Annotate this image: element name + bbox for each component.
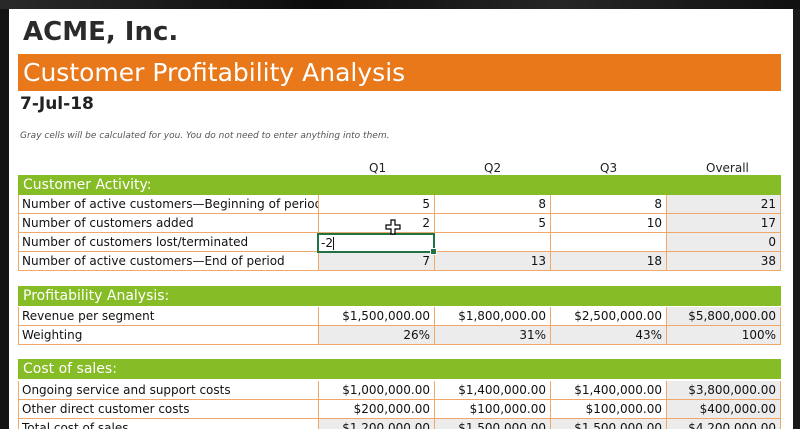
table-row: Weighting 26% 31% 43% 100% — [18, 326, 781, 345]
row-label: Number of active customers—End of period — [18, 252, 318, 270]
active-cell-editor[interactable]: -2 — [317, 233, 437, 255]
cell-q1[interactable]: $200,000.00 — [318, 400, 434, 418]
row-label: Weighting — [18, 326, 318, 344]
instructions-note: Gray cells will be calculated for you. Y… — [20, 131, 390, 141]
table-row: Other direct customer costs $200,000.00 … — [18, 400, 781, 419]
cell-q2[interactable]: 5 — [434, 214, 550, 232]
row-label: Number of customers added — [18, 214, 318, 232]
table-row: Number of active customers—Beginning of … — [18, 195, 781, 214]
section-customer-activity: Customer Activity: — [18, 175, 781, 195]
cell-overall[interactable]: $3,800,000.00 — [666, 381, 781, 399]
cell-q1[interactable]: 26% — [318, 326, 434, 344]
cell-q2[interactable] — [434, 233, 550, 251]
cell-q3[interactable] — [550, 233, 666, 251]
cell-q3[interactable]: $1,500,000.00 — [550, 419, 666, 429]
cell-overall[interactable]: 0 — [666, 233, 781, 251]
column-header-q1: Q1 — [369, 161, 387, 175]
cell-overall[interactable]: $4,200,000.00 — [666, 419, 781, 429]
row-label: Number of active customers—Beginning of … — [18, 195, 318, 213]
cell-q2[interactable]: $1,500,000.00 — [434, 419, 550, 429]
cell-overall[interactable]: 100% — [666, 326, 781, 344]
cell-q1[interactable]: 5 — [318, 195, 434, 213]
cell-q3[interactable]: $1,400,000.00 — [550, 381, 666, 399]
cell-overall[interactable]: 38 — [666, 252, 781, 270]
column-header-q2: Q2 — [484, 161, 502, 175]
section-profitability-analysis: Profitability Analysis: — [18, 286, 781, 306]
window-right-edge — [793, 9, 800, 429]
table-row: Revenue per segment $1,500,000.00 $1,800… — [18, 307, 781, 326]
report-title-banner: Customer Profitability Analysis — [18, 54, 781, 91]
window-top-edge — [0, 0, 800, 9]
company-name: ACME, Inc. — [23, 17, 179, 47]
column-header-q3: Q3 — [600, 161, 618, 175]
cell-q2[interactable]: 8 — [434, 195, 550, 213]
row-label: Other direct customer costs — [18, 400, 318, 418]
row-label: Revenue per segment — [18, 307, 318, 325]
cell-q1[interactable]: 7 — [318, 252, 434, 270]
fill-handle[interactable] — [430, 248, 437, 255]
cell-q3[interactable]: 10 — [550, 214, 666, 232]
cell-q3[interactable]: $100,000.00 — [550, 400, 666, 418]
cell-q3[interactable]: 18 — [550, 252, 666, 270]
cell-overall[interactable]: $5,800,000.00 — [666, 307, 781, 325]
cell-q3[interactable]: 8 — [550, 195, 666, 213]
table-row: Total cost of sales $1,200,000.00 $1,500… — [18, 419, 781, 429]
cell-select-cursor-icon — [385, 219, 401, 235]
cell-overall[interactable]: 21 — [666, 195, 781, 213]
cell-q1[interactable]: $1,000,000.00 — [318, 381, 434, 399]
row-label: Ongoing service and support costs — [18, 381, 318, 399]
cell-q2[interactable]: 13 — [434, 252, 550, 270]
cell-q2[interactable]: 31% — [434, 326, 550, 344]
row-label: Number of customers lost/terminated — [18, 233, 318, 251]
row-label: Total cost of sales — [18, 419, 318, 429]
column-header-overall: Overall — [706, 161, 749, 175]
cell-q2[interactable]: $1,800,000.00 — [434, 307, 550, 325]
cell-q1[interactable]: $1,500,000.00 — [318, 307, 434, 325]
spreadsheet-area[interactable]: ACME, Inc. Customer Profitability Analys… — [9, 9, 793, 429]
text-caret — [333, 237, 334, 250]
cell-q3[interactable]: 43% — [550, 326, 666, 344]
table-row: Number of active customers—End of period… — [18, 252, 781, 271]
cell-q1[interactable]: $1,200,000.00 — [318, 419, 434, 429]
cell-overall[interactable]: 17 — [666, 214, 781, 232]
cell-q2[interactable]: $100,000.00 — [434, 400, 550, 418]
editing-value: -2 — [321, 236, 333, 250]
table-row: Ongoing service and support costs $1,000… — [18, 381, 781, 400]
cell-q2[interactable]: $1,400,000.00 — [434, 381, 550, 399]
cell-q3[interactable]: $2,500,000.00 — [550, 307, 666, 325]
cell-overall[interactable]: $400,000.00 — [666, 400, 781, 418]
report-date[interactable]: 7-Jul-18 — [20, 94, 94, 114]
cell-q1[interactable]: 2 — [318, 214, 434, 232]
section-cost-of-sales: Cost of sales: — [18, 359, 781, 379]
